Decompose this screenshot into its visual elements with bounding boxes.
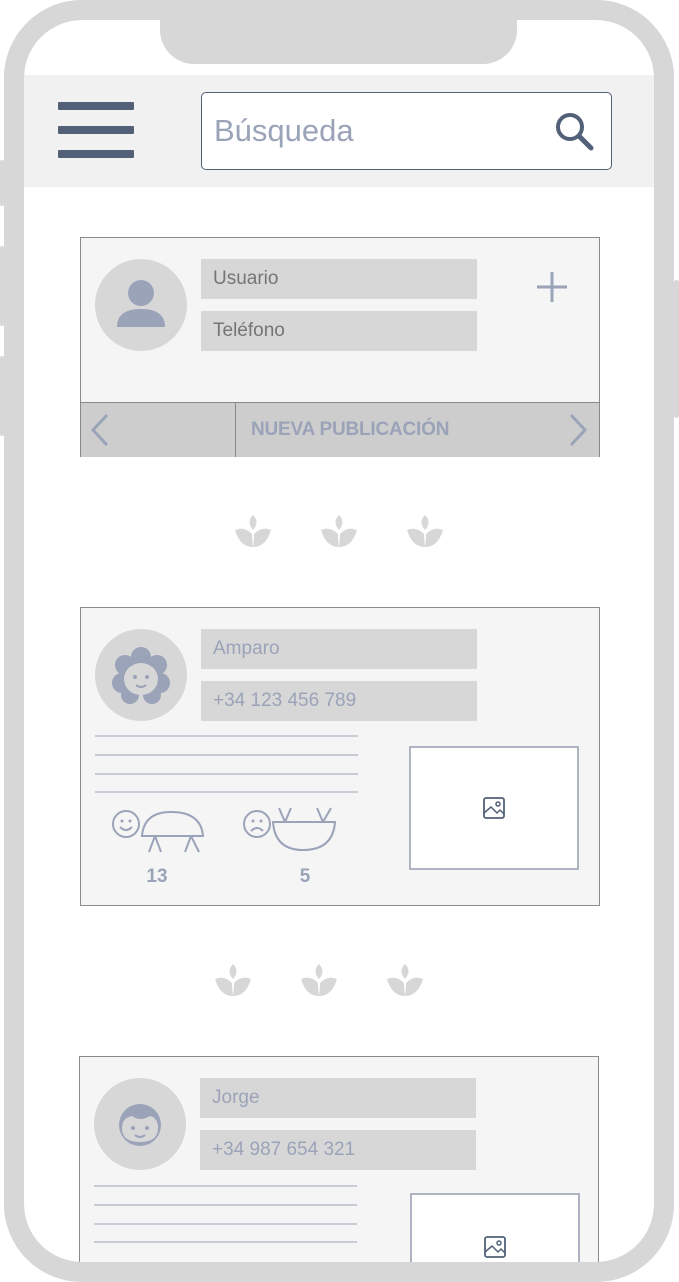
side-button-left-bottom	[0, 356, 4, 436]
search-icon[interactable]	[554, 111, 594, 151]
phone-notch	[160, 0, 517, 64]
like-count: 13	[146, 866, 168, 887]
post-image[interactable]	[409, 746, 579, 870]
new-post-button[interactable]: NUEVA PUBLICACIÓN	[251, 403, 449, 457]
lotus-divider	[234, 514, 454, 554]
new-post-card: NUEVA PUBLICACIÓN	[80, 237, 600, 457]
post-author-phone: +34 987 654 321	[200, 1130, 476, 1170]
hamburger-menu-icon[interactable]	[58, 102, 134, 160]
app-header	[24, 75, 655, 187]
post-card: Amparo +34 123 456 789 13 5	[80, 607, 600, 906]
search-input[interactable]	[214, 107, 534, 155]
previous-button[interactable]	[81, 403, 236, 457]
lotus-divider	[214, 963, 434, 1003]
text-line	[95, 754, 358, 756]
chevron-right-icon[interactable]	[561, 411, 591, 449]
text-line	[94, 1185, 357, 1187]
plus-icon[interactable]	[535, 270, 569, 304]
like-icon[interactable]	[111, 806, 205, 856]
username-field[interactable]	[201, 259, 477, 299]
user-avatar-icon	[117, 280, 165, 327]
post-image[interactable]	[410, 1193, 580, 1262]
image-icon	[484, 1236, 506, 1258]
side-button-left-middle	[0, 246, 4, 326]
text-line	[95, 773, 358, 775]
side-button-left-top	[0, 160, 4, 206]
dislike-count: 5	[299, 866, 311, 887]
phone-field[interactable]	[201, 311, 477, 351]
text-line	[95, 791, 358, 793]
post-author-name: Jorge	[200, 1078, 476, 1118]
side-button-right	[674, 280, 679, 418]
avatar	[95, 629, 187, 721]
lotus-icon	[235, 515, 271, 547]
post-author-phone: +34 123 456 789	[201, 681, 477, 721]
lotus-icon	[301, 964, 337, 996]
boy-avatar-icon	[119, 1104, 161, 1146]
text-line	[95, 735, 358, 737]
avatar	[95, 259, 187, 351]
image-icon	[483, 797, 505, 819]
post-card: Jorge +34 987 654 321	[79, 1056, 599, 1262]
avatar	[94, 1078, 186, 1170]
search-bar	[201, 92, 612, 170]
post-author-name: Amparo	[201, 629, 477, 669]
lotus-icon	[387, 964, 423, 996]
lotus-icon	[407, 515, 443, 547]
chevron-left-icon	[90, 413, 109, 447]
lotus-icon	[321, 515, 357, 547]
girl-avatar-icon	[112, 647, 170, 704]
text-line	[94, 1223, 357, 1225]
new-post-bar: NUEVA PUBLICACIÓN	[81, 402, 599, 457]
dislike-icon[interactable]	[241, 806, 341, 856]
text-line	[94, 1241, 357, 1243]
text-line	[94, 1204, 357, 1206]
lotus-icon	[215, 964, 251, 996]
app-screen: NUEVA PUBLICACIÓN	[24, 20, 655, 1262]
